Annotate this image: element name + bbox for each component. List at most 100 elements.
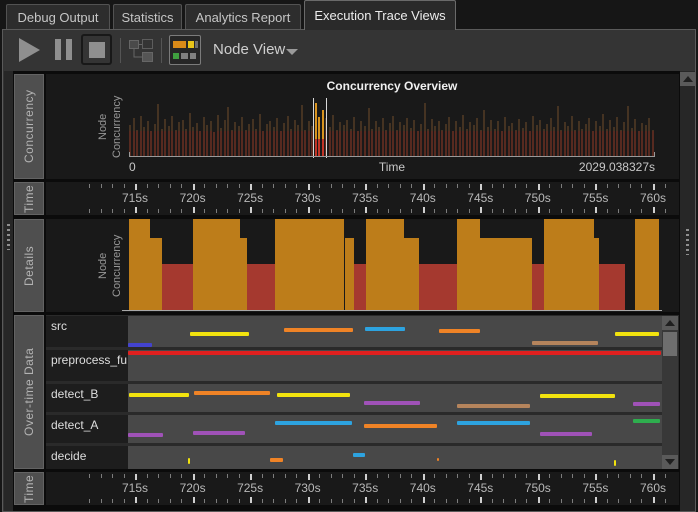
minor-tick — [124, 499, 125, 503]
details-chart[interactable]: Node Concurrency — [46, 219, 679, 312]
trace-segment[interactable] — [633, 419, 660, 423]
overview-bar — [336, 130, 338, 156]
trace-segment[interactable] — [540, 432, 592, 436]
trace-segment[interactable] — [437, 458, 439, 461]
pane-scrollbar[interactable] — [680, 71, 695, 511]
trace-segment[interactable] — [457, 421, 530, 425]
row-timeline[interactable] — [128, 316, 662, 347]
trace-segment[interactable] — [365, 327, 405, 331]
trace-segment[interactable] — [364, 424, 437, 428]
left-splitter-handle[interactable] — [4, 71, 13, 511]
details-section-header[interactable]: Details — [14, 219, 44, 312]
pane-scroll-up-button[interactable] — [680, 72, 695, 86]
trace-segment[interactable] — [614, 460, 616, 466]
tab-execution-trace-views[interactable]: Execution Trace Views — [304, 0, 456, 30]
major-tick — [538, 474, 540, 480]
details-concurrency-segment — [457, 219, 480, 310]
ruler-tick-label: 740s — [401, 481, 445, 495]
major-tick — [193, 207, 195, 213]
row-label[interactable]: decide — [46, 446, 128, 469]
trace-segment[interactable] — [129, 393, 189, 397]
splitter-grip-icon — [7, 224, 10, 250]
play-button[interactable] — [19, 38, 40, 62]
overview-bar — [504, 117, 506, 156]
overview-bar — [178, 122, 180, 156]
row-label[interactable]: detect_B — [46, 384, 128, 412]
scroll-down-button[interactable] — [662, 455, 678, 469]
trace-toolbar: Node View — [3, 30, 695, 71]
concurrency-section-header[interactable]: Concurrency — [14, 74, 44, 179]
overview-bar — [599, 126, 601, 156]
minor-tick — [503, 474, 504, 478]
minor-tick — [262, 184, 263, 188]
major-tick — [193, 474, 195, 480]
overview-selection-region[interactable] — [313, 98, 327, 158]
row-timeline[interactable] — [128, 446, 662, 469]
splitter-grip-icon[interactable] — [686, 229, 689, 255]
tab-analytics-report[interactable]: Analytics Report — [185, 4, 301, 29]
stop-button[interactable] — [81, 34, 112, 65]
minor-tick — [158, 184, 159, 188]
time-ruler-header[interactable]: Time — [14, 472, 44, 505]
minor-tick — [630, 184, 631, 188]
trace-segment[interactable] — [275, 421, 352, 425]
trace-segment[interactable] — [439, 329, 480, 333]
overview-histogram[interactable] — [129, 100, 655, 156]
minor-tick — [457, 209, 458, 213]
trace-segment[interactable] — [353, 453, 366, 457]
trace-segment[interactable] — [128, 433, 163, 437]
concurrency-overview-chart[interactable]: Concurrency Overview Node Concurrency 0 … — [46, 74, 679, 179]
trace-segment[interactable] — [190, 332, 249, 336]
trace-segment[interactable] — [188, 458, 190, 464]
trace-segment[interactable] — [633, 402, 660, 406]
node-view-dropdown-label[interactable]: Node View — [213, 41, 285, 58]
trace-segment[interactable] — [540, 394, 615, 398]
trace-segment[interactable] — [277, 393, 351, 397]
row-label[interactable]: preprocess_fu — [46, 350, 128, 381]
trace-segment[interactable] — [270, 458, 284, 462]
trace-segment[interactable] — [457, 404, 530, 408]
row-timeline[interactable] — [128, 384, 662, 412]
trace-segment[interactable] — [532, 341, 598, 345]
ruler-tick-label: 715s — [113, 191, 157, 205]
minor-tick — [181, 474, 182, 478]
trace-segment[interactable] — [284, 328, 353, 332]
tree-view-button[interactable] — [128, 36, 155, 63]
row-label[interactable]: src — [46, 316, 128, 347]
trace-segment[interactable] — [128, 343, 152, 347]
scrollbar-thumb[interactable] — [663, 332, 677, 356]
trace-segment[interactable] — [364, 401, 420, 405]
row-timeline[interactable] — [128, 415, 662, 443]
time-ruler-bottom[interactable]: 715s720s725s730s735s740s745s750s755s760s — [46, 472, 679, 505]
timeline-view-button[interactable] — [169, 35, 201, 65]
minor-tick — [503, 209, 504, 213]
tab-debug-output[interactable]: Debug Output — [6, 4, 110, 29]
overview-bar — [192, 127, 194, 156]
arrow-down-icon — [665, 459, 675, 465]
overview-bar — [252, 119, 254, 156]
pause-button[interactable] — [55, 39, 72, 60]
minor-tick — [515, 209, 516, 213]
trace-segment[interactable] — [193, 431, 246, 435]
row-label[interactable]: detect_A — [46, 415, 128, 443]
trace-segment[interactable] — [615, 332, 659, 336]
overview-bar — [536, 125, 538, 156]
tab-statistics[interactable]: Statistics — [113, 4, 182, 29]
minor-tick — [526, 499, 527, 503]
row-timeline[interactable] — [128, 350, 662, 381]
chevron-down-icon[interactable] — [286, 49, 298, 55]
trace-segment[interactable] — [128, 351, 661, 355]
minor-tick — [607, 474, 608, 478]
time-ruler-top[interactable]: 715s720s725s730s735s740s745s750s755s760s — [46, 182, 679, 215]
overtime-section-header[interactable]: Over-time Data — [14, 315, 44, 469]
overview-bar — [648, 118, 650, 156]
minor-tick — [239, 184, 240, 188]
minor-tick — [411, 499, 412, 503]
overview-bar — [353, 117, 355, 156]
minor-tick — [342, 499, 343, 503]
ruler-tick-label: 745s — [458, 481, 502, 495]
trace-segment[interactable] — [194, 391, 270, 395]
rows-scrollbar[interactable] — [662, 316, 678, 469]
time-ruler-header[interactable]: Time — [14, 182, 44, 215]
scroll-up-button[interactable] — [662, 316, 678, 330]
